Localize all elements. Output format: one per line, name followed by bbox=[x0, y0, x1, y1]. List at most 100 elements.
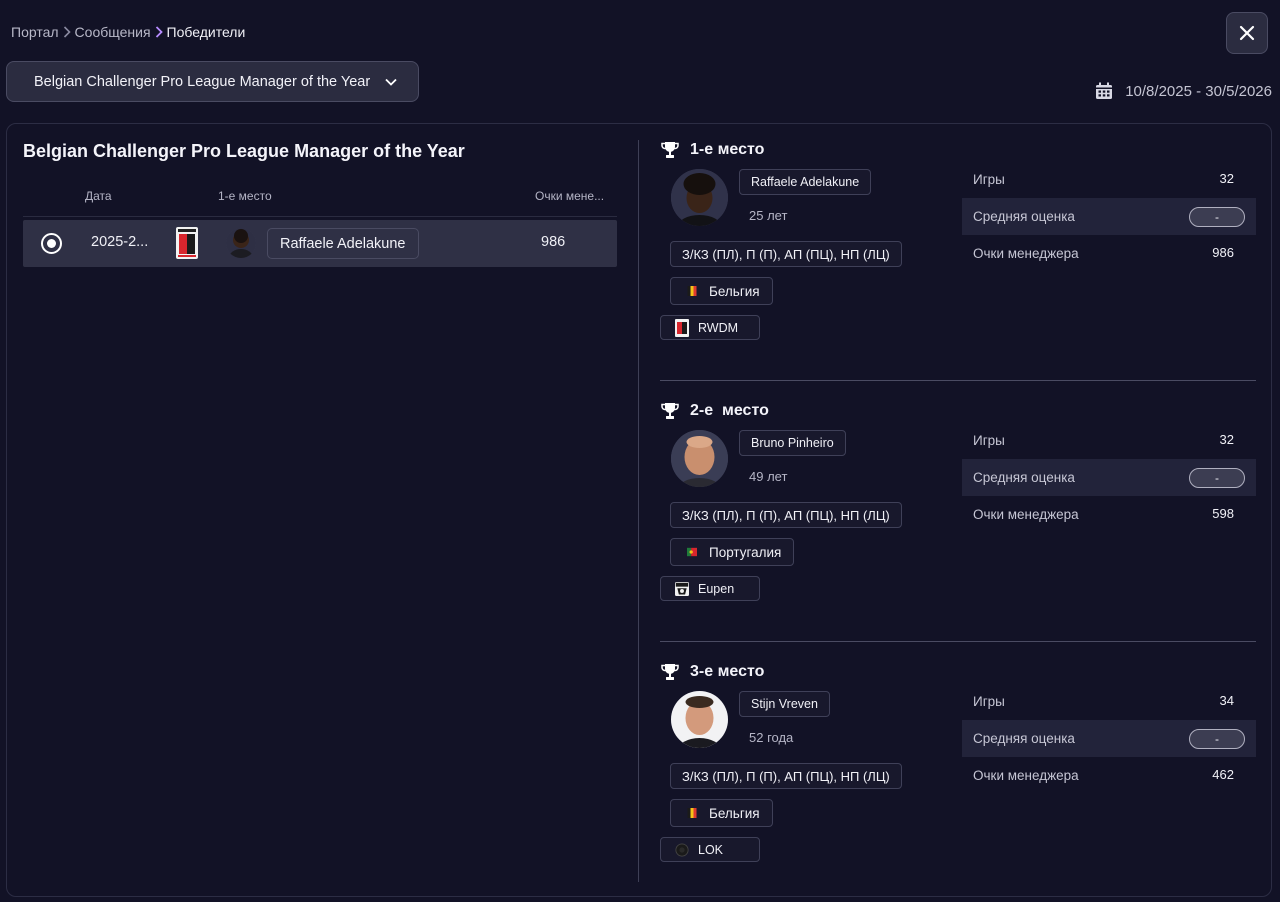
table-row[interactable]: 2025-2... Raffaele Adelakune 986 bbox=[23, 220, 617, 267]
stat-row-rating: Средняя оценка - bbox=[962, 198, 1256, 235]
nation-name: Бельгия bbox=[709, 283, 760, 299]
stat-row-rating: Средняя оценка - bbox=[962, 720, 1256, 757]
chevron-down-icon bbox=[385, 78, 397, 86]
place-title-text: 1-е место bbox=[690, 141, 765, 158]
stat-value: 598 bbox=[1212, 506, 1234, 521]
chevron-right-icon bbox=[151, 26, 167, 38]
stat-value: 32 bbox=[1219, 171, 1234, 186]
nation-chip[interactable]: Португалия bbox=[670, 538, 795, 566]
row-points: 986 bbox=[541, 234, 566, 250]
license-chip: З/КЗ (ПЛ), П (П), АП (ПЦ), НП (ЛЦ) bbox=[670, 763, 902, 789]
stat-row-points: Очки менеджера 986 bbox=[962, 235, 1256, 272]
club-chip[interactable]: RWDM bbox=[660, 315, 760, 340]
stat-value: 986 bbox=[1212, 245, 1234, 260]
award-title: Belgian Challenger Pro League Manager of… bbox=[23, 141, 465, 161]
date-range-text: 10/8/2025 - 30/5/2026 bbox=[1125, 82, 1272, 100]
trophy-icon bbox=[661, 664, 679, 680]
vertical-divider bbox=[638, 140, 639, 882]
rating-pill: - bbox=[1189, 729, 1245, 749]
belgium-flag-icon bbox=[687, 286, 697, 296]
stat-label: Средняя оценка bbox=[973, 731, 1075, 746]
license-chip: З/КЗ (ПЛ), П (П), АП (ПЦ), НП (ЛЦ) bbox=[670, 241, 902, 267]
radio-selected-icon[interactable] bbox=[41, 233, 62, 254]
stat-value: 462 bbox=[1212, 767, 1234, 782]
stat-row-rating: Средняя оценка - bbox=[962, 459, 1256, 496]
table-header: Дата 1-е место Очки мене... bbox=[23, 187, 617, 217]
trophy-icon bbox=[661, 142, 679, 158]
column-header-points[interactable]: Очки мене... bbox=[535, 189, 604, 203]
column-header-date[interactable]: Дата bbox=[85, 189, 112, 203]
breadcrumb-messages[interactable]: Сообщения bbox=[75, 24, 151, 40]
stat-value: 34 bbox=[1219, 693, 1234, 708]
close-button[interactable] bbox=[1226, 12, 1268, 54]
place-title: 3-е место bbox=[660, 663, 764, 681]
place-title-text: 2-е место bbox=[690, 402, 769, 419]
stat-value: 32 bbox=[1219, 432, 1234, 447]
belgium-flag-icon bbox=[687, 808, 697, 818]
stat-label: Очки менеджера bbox=[973, 246, 1079, 261]
section-divider bbox=[660, 380, 1256, 381]
manager-photo bbox=[671, 169, 728, 226]
stat-row-games: Игры 34 bbox=[962, 683, 1256, 720]
breadcrumb: Портал Сообщения Победители bbox=[11, 24, 245, 40]
column-header-first-place[interactable]: 1-е место bbox=[218, 189, 272, 203]
manager-photo bbox=[671, 691, 728, 748]
stat-row-games: Игры 32 bbox=[962, 161, 1256, 198]
stat-label: Средняя оценка bbox=[973, 209, 1075, 224]
date-range: 10/8/2025 - 30/5/2026 bbox=[1095, 82, 1272, 100]
nation-name: Бельгия bbox=[709, 805, 760, 821]
section-divider bbox=[660, 641, 1256, 642]
stat-label: Игры bbox=[973, 694, 1005, 709]
club-badge-lok-icon bbox=[675, 842, 689, 857]
breadcrumb-winners: Победители bbox=[166, 24, 246, 40]
manager-age: 49 лет bbox=[749, 469, 788, 484]
stat-row-points: Очки менеджера 462 bbox=[962, 757, 1256, 794]
stat-label: Очки менеджера bbox=[973, 507, 1079, 522]
stat-row-points: Очки менеджера 598 bbox=[962, 496, 1256, 533]
stats-table: Игры 34 Средняя оценка - Очки менеджера 462 bbox=[962, 683, 1256, 794]
place-title: 2-е место bbox=[660, 402, 769, 420]
stat-row-games: Игры 32 bbox=[962, 422, 1256, 459]
stat-label: Средняя оценка bbox=[973, 470, 1075, 485]
stats-table: Игры 32 Средняя оценка - Очки менеджера 986 bbox=[962, 161, 1256, 272]
place-title: 1-е место bbox=[660, 141, 764, 159]
manager-avatar bbox=[226, 228, 256, 258]
manager-age: 25 лет bbox=[749, 208, 788, 223]
calendar-icon bbox=[1096, 82, 1113, 99]
place-card-2: 2-е место Bruno Pinheiro 49 лет З/КЗ (ПЛ… bbox=[660, 402, 1256, 642]
stat-label: Очки менеджера bbox=[973, 768, 1079, 783]
manager-name-chip[interactable]: Raffaele Adelakune bbox=[739, 169, 872, 195]
row-date: 2025-2... bbox=[91, 234, 149, 250]
club-badge-eupen-icon bbox=[675, 581, 689, 596]
club-name: RWDM bbox=[698, 320, 739, 335]
club-badge-rwdm-icon bbox=[675, 318, 689, 337]
rating-pill: - bbox=[1189, 468, 1245, 488]
license-chip: З/КЗ (ПЛ), П (П), АП (ПЦ), НП (ЛЦ) bbox=[670, 502, 902, 528]
rating-pill: - bbox=[1189, 207, 1245, 227]
close-icon bbox=[1239, 25, 1255, 41]
manager-name-chip[interactable]: Stijn Vreven bbox=[739, 691, 830, 717]
place-card-1: 1-е место Raffaele Adelakune 25 лет З/КЗ… bbox=[660, 141, 1256, 381]
manager-name-chip[interactable]: Raffaele Adelakune bbox=[267, 228, 419, 259]
club-name: Eupen bbox=[698, 581, 735, 596]
award-dropdown[interactable]: Belgian Challenger Pro League Manager of… bbox=[6, 61, 419, 102]
manager-photo bbox=[671, 430, 728, 487]
award-dropdown-value: Belgian Challenger Pro League Manager of… bbox=[34, 73, 371, 90]
club-chip[interactable]: Eupen bbox=[660, 576, 760, 601]
manager-name-chip[interactable]: Bruno Pinheiro bbox=[739, 430, 846, 456]
nation-chip[interactable]: Бельгия bbox=[670, 277, 773, 305]
stats-table: Игры 32 Средняя оценка - Очки менеджера 598 bbox=[962, 422, 1256, 533]
place-card-3: 3-е место Stijn Vreven 52 года З/КЗ (ПЛ)… bbox=[660, 663, 1256, 902]
place-title-text: 3-е место bbox=[690, 663, 765, 680]
chevron-right-icon bbox=[59, 26, 75, 38]
club-chip[interactable]: LOK bbox=[660, 837, 760, 862]
stat-label: Игры bbox=[973, 172, 1005, 187]
nation-chip[interactable]: Бельгия bbox=[670, 799, 773, 827]
stat-label: Игры bbox=[973, 433, 1005, 448]
trophy-icon bbox=[661, 403, 679, 419]
manager-age: 52 года bbox=[749, 730, 794, 745]
nation-name: Португалия bbox=[709, 544, 782, 560]
club-badge-rwdm-icon bbox=[176, 227, 198, 259]
club-name: LOK bbox=[698, 842, 724, 857]
breadcrumb-portal[interactable]: Портал bbox=[11, 24, 59, 40]
